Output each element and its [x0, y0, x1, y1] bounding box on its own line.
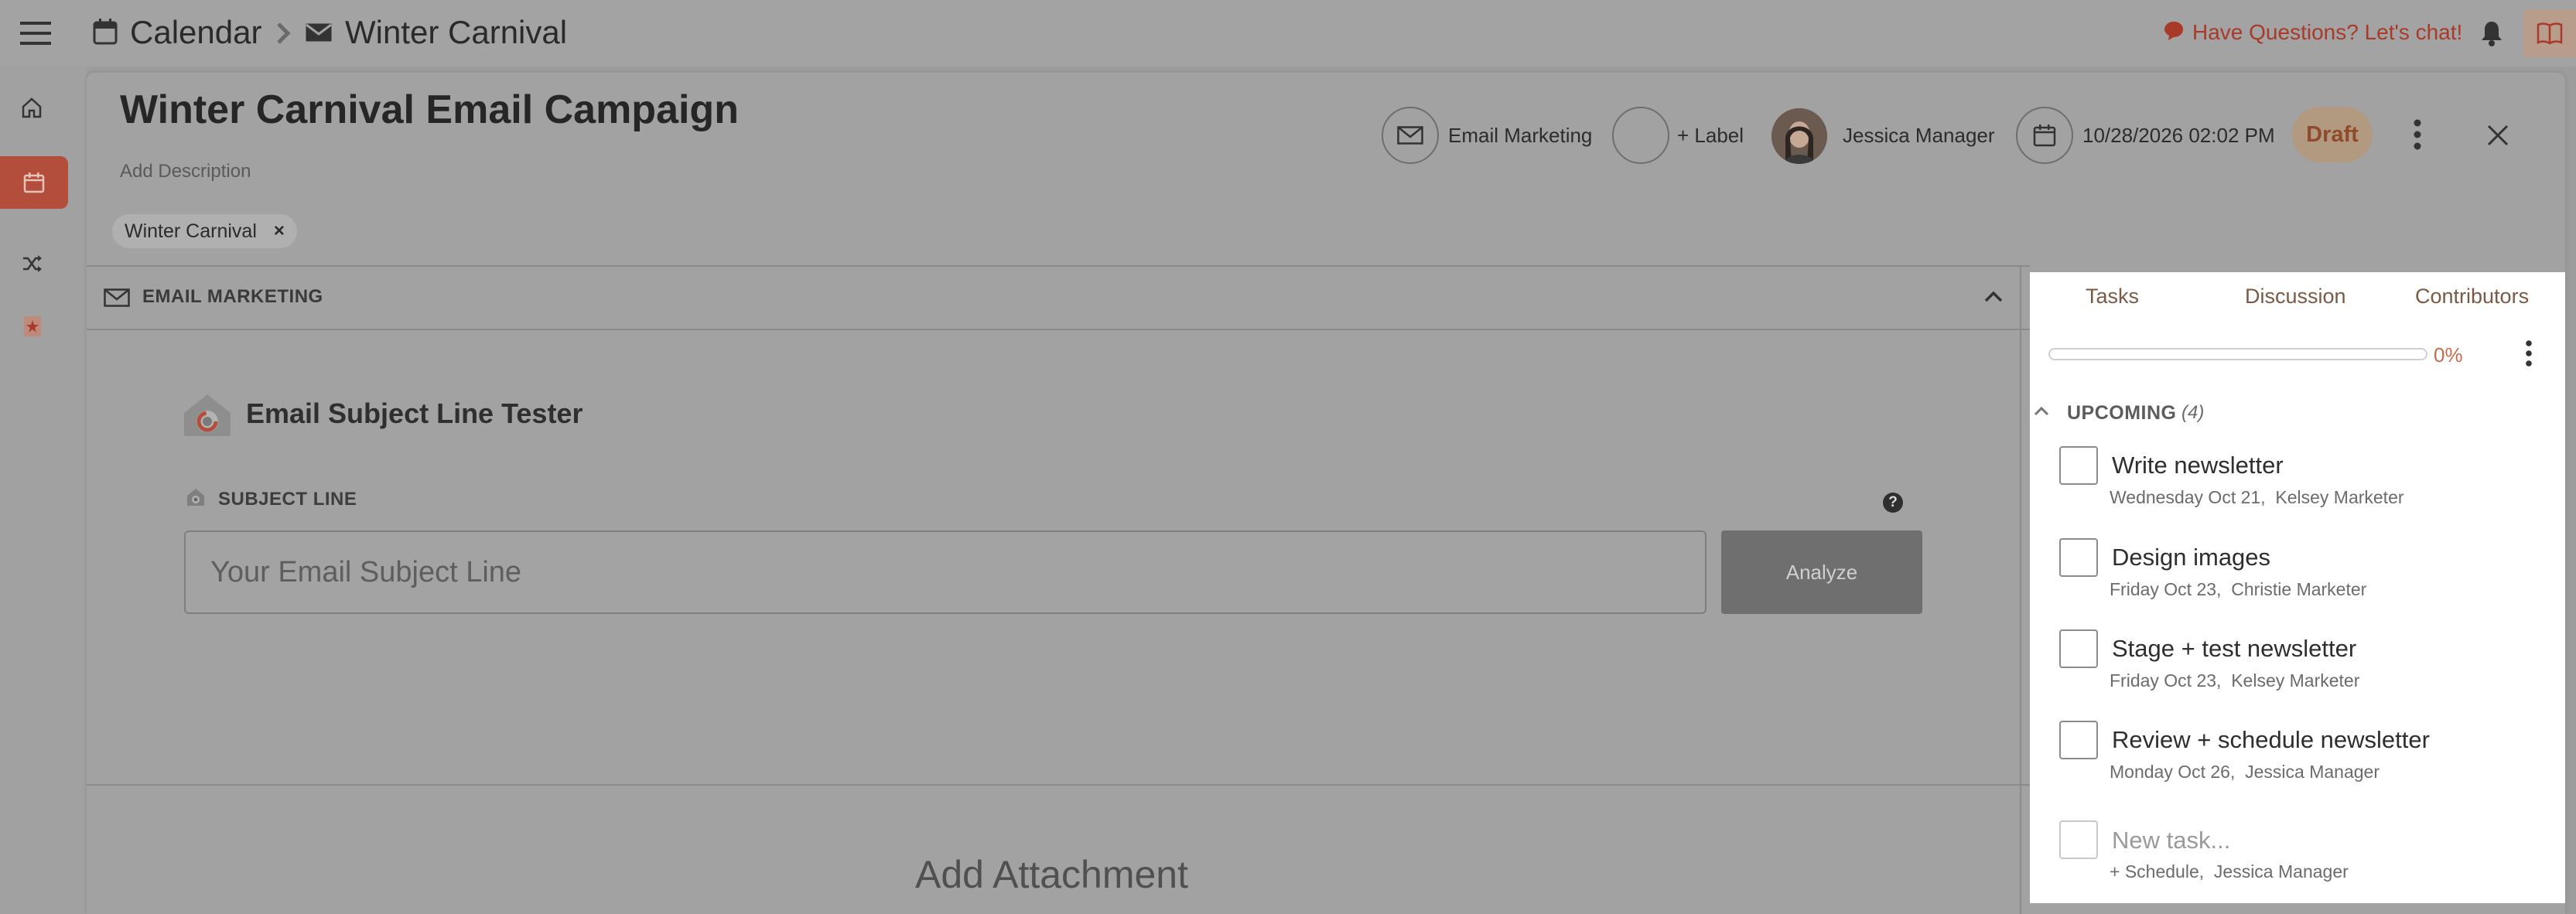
group-count: (4) [2181, 402, 2205, 423]
chevron-right-icon [275, 22, 291, 45]
task-date[interactable]: Monday Oct 26, [2110, 762, 2235, 782]
new-task-checkbox [2059, 820, 2098, 859]
tab-discussion[interactable]: Discussion [2245, 285, 2346, 309]
close-icon[interactable] [2486, 124, 2509, 147]
label-circle[interactable] [1612, 107, 1669, 164]
task-assignee[interactable]: Christie Marketer [2231, 579, 2366, 599]
bell-icon[interactable] [2480, 20, 2503, 46]
envelope-icon [305, 22, 333, 43]
more-vertical-icon[interactable] [2525, 340, 2533, 367]
task-assignee[interactable]: Kelsey Marketer [2231, 670, 2359, 691]
task-assignee[interactable]: Jessica Manager [2245, 762, 2380, 782]
help-icon[interactable]: ? [1883, 493, 1903, 513]
task-title[interactable]: Review + schedule newsletter [2112, 726, 2430, 754]
chat-bubble-icon[interactable] [2163, 20, 2185, 42]
analyze-button[interactable]: Analyze [1721, 530, 1922, 614]
tab-contributors[interactable]: Contributors [2415, 285, 2529, 309]
task-date[interactable]: Wednesday Oct 21, [2110, 487, 2266, 507]
progress-percent: 0% [2434, 343, 2463, 367]
star-icon[interactable] [23, 315, 42, 337]
rail-calendar-button[interactable] [0, 156, 68, 209]
tag-remove-button[interactable]: × [274, 220, 285, 242]
new-task-schedule[interactable]: + Schedule, [2110, 861, 2204, 882]
breadcrumb-calendar[interactable]: Calendar [130, 14, 261, 51]
channel-button[interactable] [1382, 107, 1439, 164]
new-task-meta: + Schedule, Jessica Manager [2110, 861, 2349, 882]
task-checkbox[interactable] [2059, 721, 2098, 759]
task-meta: Wednesday Oct 21, Kelsey Marketer [2110, 487, 2404, 508]
due-datetime[interactable]: 10/28/2026 02:02 PM [2082, 124, 2275, 148]
tab-tasks[interactable]: Tasks [2086, 285, 2139, 309]
tester-logo-icon [183, 393, 232, 438]
envelope-icon [104, 288, 130, 307]
divider [87, 265, 2030, 267]
tag-label: Winter Carnival [125, 220, 257, 242]
calendar-icon [23, 172, 45, 193]
add-attachment[interactable]: Add Attachment [915, 852, 1188, 897]
new-task-assignee[interactable]: Jessica Manager [2214, 861, 2349, 882]
tester-title: Email Subject Line Tester [246, 397, 583, 429]
home-icon[interactable] [20, 96, 43, 119]
progress-bar [2048, 348, 2427, 360]
envelope-icon [1397, 126, 1423, 145]
channel-label[interactable]: Email Marketing [1448, 124, 1592, 148]
status-badge[interactable]: Draft [2292, 107, 2373, 162]
tag-chip: Winter Carnival × [112, 214, 297, 248]
owner-name[interactable]: Jessica Manager [1843, 124, 1995, 148]
date-button[interactable] [2016, 107, 2073, 164]
subject-line-icon [186, 487, 206, 507]
shuffle-icon[interactable] [22, 254, 43, 274]
campaign-title[interactable]: Winter Carnival Email Campaign [120, 87, 739, 133]
menu-icon[interactable] [20, 22, 51, 45]
task-checkbox[interactable] [2059, 629, 2098, 668]
task-assignee[interactable]: Kelsey Marketer [2275, 487, 2403, 507]
divider [87, 784, 2030, 786]
chevron-up-icon[interactable] [2033, 405, 2050, 416]
subject-line-input[interactable] [184, 530, 1707, 614]
chevron-up-icon[interactable] [1983, 289, 2004, 303]
panel-divider [2020, 265, 2021, 914]
new-task-input[interactable]: New task... [2112, 827, 2230, 854]
task-meta: Friday Oct 23, Kelsey Marketer [2110, 670, 2359, 691]
calendar-icon [93, 19, 118, 45]
section-label: EMAIL MARKETING [142, 286, 323, 307]
task-meta: Monday Oct 26, Jessica Manager [2110, 762, 2380, 783]
book-icon[interactable] [2523, 9, 2576, 57]
chat-link[interactable]: Have Questions? Let's chat! [2192, 20, 2462, 45]
more-vertical-icon[interactable] [2414, 119, 2421, 150]
task-date[interactable]: Friday Oct 23, [2110, 579, 2221, 599]
add-label-button[interactable]: + Label [1677, 124, 1744, 148]
subject-line-label: SUBJECT LINE [218, 489, 357, 510]
group-label[interactable]: UPCOMING [2067, 402, 2177, 425]
task-checkbox[interactable] [2059, 446, 2098, 485]
task-meta: Friday Oct 23, Christie Marketer [2110, 579, 2366, 600]
divider [87, 329, 2030, 330]
task-title[interactable]: Stage + test newsletter [2112, 635, 2356, 663]
task-title[interactable]: Write newsletter [2112, 452, 2284, 479]
task-date[interactable]: Friday Oct 23, [2110, 670, 2221, 691]
task-title[interactable]: Design images [2112, 544, 2270, 571]
task-checkbox[interactable] [2059, 538, 2098, 577]
add-description[interactable]: Add Description [120, 161, 251, 182]
calendar-icon [2033, 124, 2056, 147]
breadcrumb-current: Winter Carnival [345, 14, 568, 50]
avatar[interactable] [1771, 108, 1827, 164]
